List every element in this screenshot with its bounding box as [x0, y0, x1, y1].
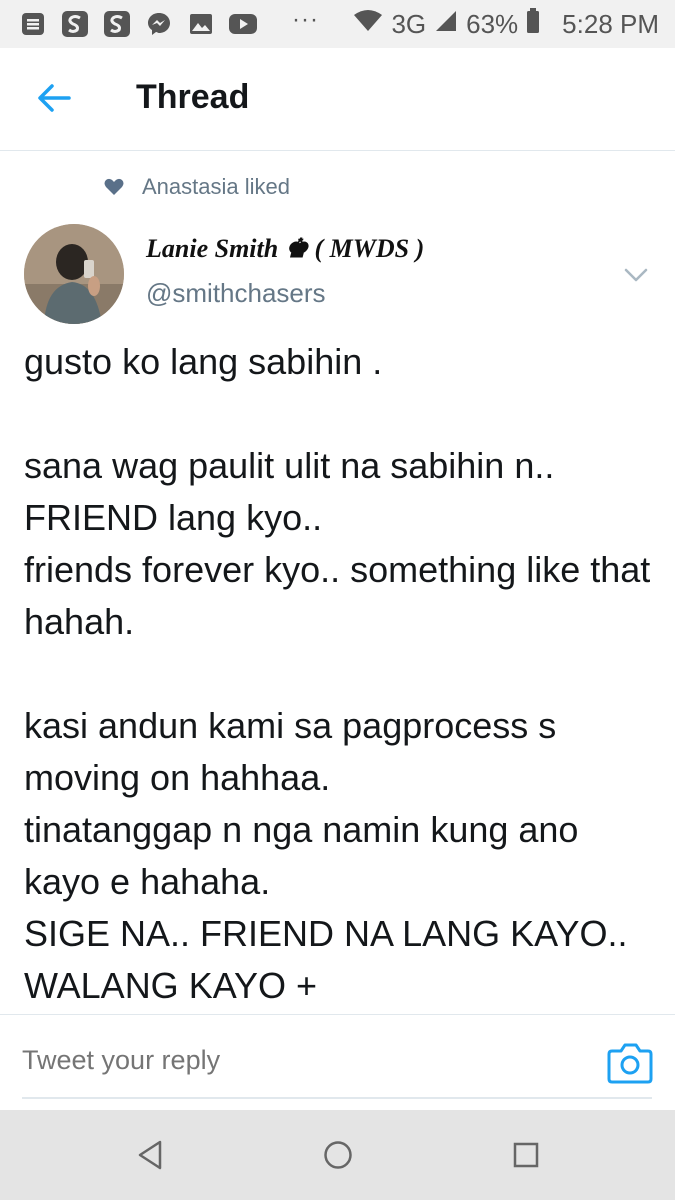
network-type: 3G [391, 8, 427, 39]
page-title: Thread [136, 78, 250, 116]
s-app-icon [60, 9, 90, 39]
tweet-text: gusto ko lang sabihin . sana wag paulit … [24, 336, 654, 1016]
social-context: Anastasia liked [104, 172, 290, 202]
s-app-icon [102, 9, 132, 39]
recents-square-icon [513, 1142, 539, 1168]
battery-percent: 63% [466, 8, 519, 39]
reply-bar [0, 1014, 675, 1111]
wifi-icon [353, 9, 383, 40]
system-nav-bar [0, 1110, 675, 1200]
clock: 5:28 PM [562, 8, 659, 39]
social-context-text: Anastasia liked [142, 174, 290, 199]
author-name[interactable]: Lanie Smith ♚ ( MWDS ) [146, 234, 424, 264]
reply-input[interactable] [22, 1045, 582, 1076]
nav-home-button[interactable] [318, 1135, 358, 1175]
notes-icon [18, 9, 48, 39]
tweet-paragraph: kasi andun kami sa pagprocess s moving o… [24, 705, 628, 1006]
notification-icons: ··· [18, 6, 319, 42]
add-media-button[interactable] [606, 1041, 654, 1085]
heart-icon [104, 178, 124, 195]
more-notifications: ··· [292, 6, 319, 33]
gallery-icon [186, 9, 216, 39]
avatar-image [24, 224, 124, 324]
tweet-paragraph: gusto ko lang sabihin . [24, 341, 383, 382]
battery-icon [526, 7, 540, 41]
status-bar: ··· 3G 63% 5:28 PM [0, 0, 675, 48]
reply-underline [22, 1097, 652, 1099]
tweet-options-button[interactable] [618, 260, 654, 290]
back-arrow-icon [38, 84, 71, 112]
camera-icon [607, 1043, 653, 1084]
back-button[interactable] [34, 78, 74, 118]
system-status: 3G 63% 5:28 PM [353, 0, 659, 48]
nav-back-button[interactable] [130, 1135, 170, 1175]
avatar[interactable] [24, 224, 124, 324]
app-header: Thread [0, 48, 675, 151]
author-handle[interactable]: @smithchasers [146, 278, 326, 309]
messenger-icon [144, 9, 174, 39]
signal-icon [434, 9, 458, 40]
chevron-down-icon [624, 268, 648, 282]
home-circle-icon [324, 1141, 352, 1169]
back-triangle-icon [138, 1140, 162, 1170]
youtube-icon [228, 9, 258, 39]
nav-recents-button[interactable] [506, 1135, 546, 1175]
tweet-paragraph: sana wag paulit ulit na sabihin n.. FRIE… [24, 445, 651, 642]
